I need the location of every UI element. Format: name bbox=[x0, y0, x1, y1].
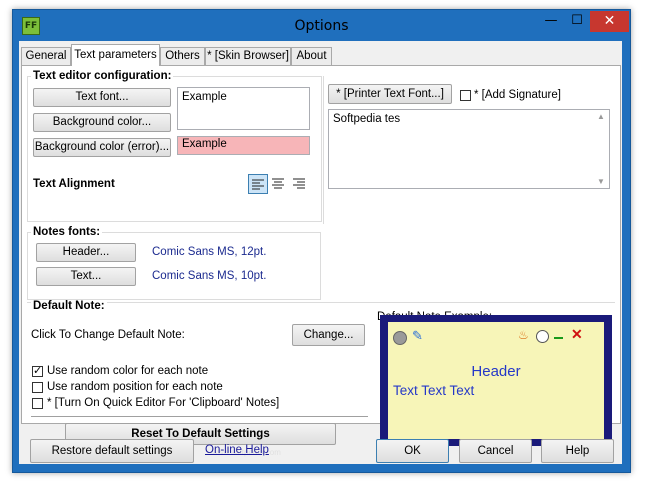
example-text-preview: Example bbox=[177, 87, 310, 130]
scroll-up-icon[interactable]: ▲ bbox=[593, 112, 609, 121]
change-note-button[interactable]: Change... bbox=[292, 324, 365, 346]
minimize-button[interactable]: — bbox=[538, 11, 564, 32]
align-center-icon bbox=[272, 178, 284, 189]
note-clock-icon[interactable] bbox=[536, 330, 549, 343]
tab-others[interactable]: Others bbox=[160, 47, 205, 65]
help-button[interactable]: Help bbox=[541, 439, 614, 463]
text-font-size-button[interactable]: Text... bbox=[36, 267, 136, 286]
note-header-text: Header bbox=[471, 363, 521, 380]
random-position-label: Use random position for each note bbox=[47, 381, 223, 393]
dialog-client: General Text parameters Others * [Skin B… bbox=[19, 41, 622, 464]
align-left-icon bbox=[252, 179, 264, 190]
note-pin-icon[interactable] bbox=[393, 331, 407, 345]
header-font-button[interactable]: Header... bbox=[36, 243, 136, 262]
signature-textarea[interactable]: Softpedia tes bbox=[328, 109, 610, 189]
alignment-buttons bbox=[248, 174, 310, 194]
background-color-button[interactable]: Background color... bbox=[33, 113, 171, 132]
add-signature-label: * [Add Signature] bbox=[474, 89, 561, 101]
vertical-separator bbox=[323, 76, 324, 224]
note-fire-icon[interactable]: ♨ bbox=[518, 328, 529, 342]
header-font-value: Comic Sans MS, 12pt. bbox=[152, 246, 267, 258]
reset-separator bbox=[31, 416, 368, 417]
tab-general[interactable]: General bbox=[21, 47, 71, 65]
random-color-checkbox[interactable]: ✓ bbox=[32, 366, 43, 377]
cancel-button[interactable]: Cancel bbox=[459, 439, 532, 463]
default-note-title: Default Note: bbox=[31, 300, 107, 312]
restore-default-settings-button[interactable]: Restore default settings bbox=[30, 439, 194, 463]
text-parameters-panel: Text editor configuration: Text font... … bbox=[21, 65, 621, 457]
signature-scrollbar[interactable]: ▲ ▼ bbox=[593, 110, 609, 188]
note-close-icon[interactable]: ✕ bbox=[571, 326, 583, 343]
text-editor-title: Text editor configuration: bbox=[31, 70, 174, 82]
random-color-label: Use random color for each note bbox=[47, 365, 209, 377]
close-button[interactable]: ✕ bbox=[590, 11, 629, 32]
ok-button[interactable]: OK bbox=[376, 439, 449, 463]
align-right-icon bbox=[293, 178, 305, 189]
options-window: FF Options — ☐ ✕ General Text parameters… bbox=[12, 9, 631, 473]
tab-about[interactable]: About bbox=[291, 47, 332, 65]
add-signature-checkbox[interactable] bbox=[460, 90, 471, 101]
align-center-button[interactable] bbox=[269, 174, 289, 194]
tab-skin-browser[interactable]: * [Skin Browser] bbox=[205, 47, 291, 65]
text-font-button[interactable]: Text font... bbox=[33, 88, 171, 107]
note-body-text: Text Text Text bbox=[393, 383, 475, 398]
maximize-button[interactable]: ☐ bbox=[564, 11, 590, 32]
align-left-button[interactable] bbox=[248, 174, 268, 194]
online-help-link[interactable]: On-line Help bbox=[205, 444, 269, 456]
click-change-note-label: Click To Change Default Note: bbox=[31, 329, 185, 341]
text-font-value: Comic Sans MS, 10pt. bbox=[152, 270, 267, 282]
note-minimize-icon[interactable] bbox=[554, 337, 563, 339]
quick-editor-label: * [Turn On Quick Editor For 'Clipboard' … bbox=[47, 397, 280, 409]
align-right-button[interactable] bbox=[290, 174, 310, 194]
background-color-error-button[interactable]: Background color (error)... bbox=[33, 138, 171, 157]
scroll-down-icon[interactable]: ▼ bbox=[593, 177, 609, 186]
text-alignment-label: Text Alignment bbox=[33, 178, 115, 190]
note-pencil-icon[interactable]: ✎ bbox=[412, 328, 423, 344]
default-note-separator bbox=[27, 302, 615, 303]
quick-editor-checkbox[interactable] bbox=[32, 398, 43, 409]
note-body-area: ✎ ♨ ✕ Header Text Text Text bbox=[388, 322, 604, 439]
random-position-checkbox[interactable] bbox=[32, 382, 43, 393]
title-bar[interactable]: FF Options — ☐ ✕ bbox=[13, 10, 630, 41]
notes-fonts-title: Notes fonts: bbox=[31, 226, 103, 238]
printer-font-button[interactable]: * [Printer Text Font...] bbox=[328, 84, 452, 104]
example-error-preview: Example bbox=[177, 136, 310, 155]
tab-text-parameters[interactable]: Text parameters bbox=[71, 44, 160, 66]
default-note-preview[interactable]: ✎ ♨ ✕ Header Text Text Text bbox=[380, 315, 612, 446]
